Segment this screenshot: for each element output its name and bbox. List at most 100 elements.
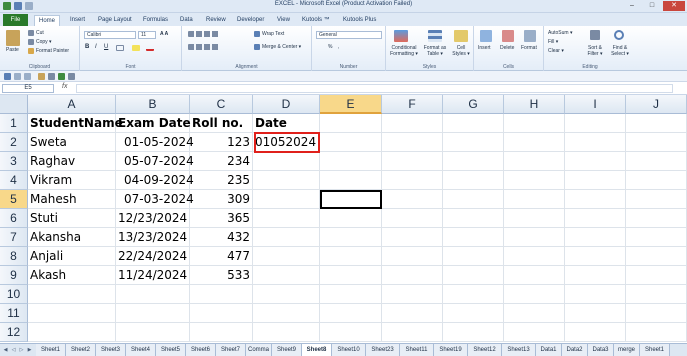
find-select-button[interactable]: Find & Select ▾ xyxy=(608,45,632,57)
cell-j5[interactable] xyxy=(626,190,687,209)
cell-a9[interactable]: Akash xyxy=(28,266,116,285)
cell-i5[interactable] xyxy=(565,190,626,209)
cell-h8[interactable] xyxy=(504,247,565,266)
print-small-icon[interactable] xyxy=(48,73,55,80)
cell-b2[interactable]: 01-05-2024 xyxy=(116,133,194,152)
sheet-tab-sheet23[interactable]: Sheet23 xyxy=(366,344,400,356)
bold-button[interactable]: B xyxy=(85,44,89,50)
font-name-select[interactable]: Calibri xyxy=(84,31,136,39)
cell-c9[interactable]: 533 xyxy=(190,266,253,285)
cell-g7[interactable] xyxy=(443,228,504,247)
sheet-tab-data3[interactable]: Data3 xyxy=(588,344,614,356)
cell-h11[interactable] xyxy=(504,304,565,323)
cell-h10[interactable] xyxy=(504,285,565,304)
fill-button[interactable]: Fill ▾ xyxy=(548,39,558,45)
save-small-icon[interactable] xyxy=(4,73,11,80)
sheet-tab-sheet7[interactable]: Sheet7 xyxy=(216,344,246,356)
cell-i9[interactable] xyxy=(565,266,626,285)
cell-b9[interactable]: 11/24/2024 xyxy=(116,266,190,285)
name-box[interactable]: E5 xyxy=(2,84,54,93)
cell-a10[interactable] xyxy=(28,285,116,304)
cell-i4[interactable] xyxy=(565,171,626,190)
cell-j2[interactable] xyxy=(626,133,687,152)
cell-e12[interactable] xyxy=(320,323,382,342)
cell-a2[interactable]: Sweta xyxy=(28,133,116,152)
cell-c12[interactable] xyxy=(190,323,253,342)
cell-b11[interactable] xyxy=(116,304,190,323)
cell-j9[interactable] xyxy=(626,266,687,285)
cell-i12[interactable] xyxy=(565,323,626,342)
cell-i11[interactable] xyxy=(565,304,626,323)
cell-j1[interactable] xyxy=(626,114,687,133)
open-small-icon[interactable] xyxy=(38,73,45,80)
cell-c3[interactable]: 234 xyxy=(190,152,253,171)
row-header-11[interactable]: 11 xyxy=(0,304,28,323)
cell-g12[interactable] xyxy=(443,323,504,342)
cell-a5[interactable]: Mahesh xyxy=(28,190,116,209)
cell-g11[interactable] xyxy=(443,304,504,323)
cell-d5[interactable] xyxy=(253,190,320,209)
cell-g3[interactable] xyxy=(443,152,504,171)
cell-b3[interactable]: 05-07-2024 xyxy=(116,152,194,171)
row-header-9[interactable]: 9 xyxy=(0,266,28,285)
delete-button[interactable]: Delete xyxy=(500,45,514,51)
cell-d4[interactable] xyxy=(253,171,320,190)
row-header-7[interactable]: 7 xyxy=(0,228,28,247)
format-as-table-icon[interactable] xyxy=(428,30,442,42)
cell-e2[interactable] xyxy=(320,133,382,152)
font-size-select[interactable]: 11 xyxy=(138,31,156,39)
next-sheet-icon[interactable]: ▷ xyxy=(18,346,25,354)
column-header-i[interactable]: I xyxy=(565,95,626,114)
chart-small-icon[interactable] xyxy=(68,73,75,80)
column-header-c[interactable]: C xyxy=(190,95,253,114)
cell-h5[interactable] xyxy=(504,190,565,209)
sort-filter-button[interactable]: Sort & Filter ▾ xyxy=(584,45,606,57)
cell-b7[interactable]: 13/23/2024 xyxy=(116,228,190,247)
cell-f10[interactable] xyxy=(382,285,443,304)
cell-f8[interactable] xyxy=(382,247,443,266)
cell-b1[interactable]: Exam Date xyxy=(116,114,191,133)
align-top-icons[interactable] xyxy=(188,31,220,37)
column-header-f[interactable]: F xyxy=(382,95,443,114)
cell-styles-button[interactable]: Cell Styles ▾ xyxy=(450,45,472,57)
cell-b4[interactable]: 04-09-2024 xyxy=(116,171,194,190)
italic-button[interactable]: I xyxy=(95,44,97,50)
cell-f1[interactable] xyxy=(382,114,443,133)
number-format-select[interactable]: General xyxy=(316,31,382,39)
cell-h12[interactable] xyxy=(504,323,565,342)
sheet-tab-comma[interactable]: Comma xyxy=(246,344,272,356)
sheet-tab-sheet1[interactable]: Sheet1 xyxy=(36,344,66,356)
row-header-6[interactable]: 6 xyxy=(0,209,28,228)
cell-b10[interactable] xyxy=(116,285,190,304)
column-header-j[interactable]: J xyxy=(626,95,687,114)
redo-small-icon[interactable] xyxy=(24,73,31,80)
delete-cells-icon[interactable] xyxy=(502,30,514,42)
conditional-formatting-button[interactable]: Conditional Formatting ▾ xyxy=(388,45,420,57)
sheet-tab-data1[interactable]: Data1 xyxy=(536,344,562,356)
prev-sheet-icon[interactable]: ◁ xyxy=(10,346,17,354)
cell-b5[interactable]: 07-03-2024 xyxy=(116,190,194,209)
cell-c1[interactable]: Roll no. xyxy=(190,114,253,133)
sheet-tab-sheet11[interactable]: Sheet11 xyxy=(400,344,434,356)
cell-b12[interactable] xyxy=(116,323,190,342)
conditional-formatting-icon[interactable] xyxy=(394,30,408,42)
cell-e3[interactable] xyxy=(320,152,382,171)
cell-c11[interactable] xyxy=(190,304,253,323)
tab-formulas[interactable]: Formulas xyxy=(139,15,172,26)
cell-f6[interactable] xyxy=(382,209,443,228)
cell-a6[interactable]: Stuti xyxy=(28,209,116,228)
cell-h6[interactable] xyxy=(504,209,565,228)
paste-button[interactable]: Paste xyxy=(6,47,19,53)
cell-h1[interactable] xyxy=(504,114,565,133)
sort-filter-icon[interactable] xyxy=(590,30,600,40)
borders-icon[interactable] xyxy=(116,45,124,51)
row-header-4[interactable]: 4 xyxy=(0,171,28,190)
sheet-tab-data2[interactable]: Data2 xyxy=(562,344,588,356)
cell-g8[interactable] xyxy=(443,247,504,266)
sheet-tab-sheet1[interactable]: Sheet1 xyxy=(640,344,670,356)
column-header-h[interactable]: H xyxy=(504,95,565,114)
cell-h2[interactable] xyxy=(504,133,565,152)
row-header-5[interactable]: 5 xyxy=(0,190,28,209)
cell-i6[interactable] xyxy=(565,209,626,228)
cell-d9[interactable] xyxy=(253,266,320,285)
